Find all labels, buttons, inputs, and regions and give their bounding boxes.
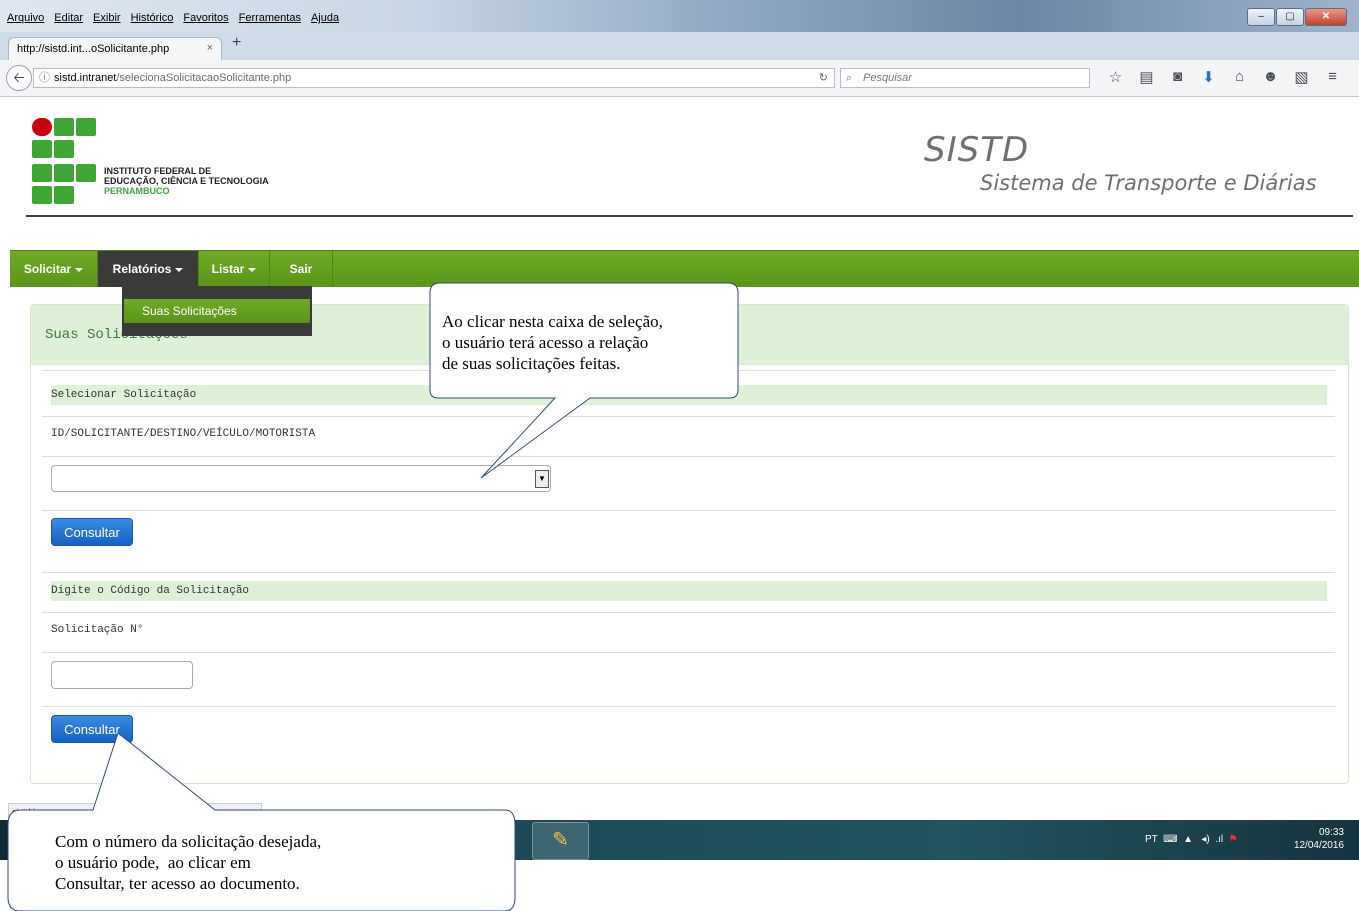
callout-top-text: Ao clicar nesta caixa de seleção, o usuá…: [442, 312, 663, 373]
callout-bottom-text: Com o número da solicitação desejada, o …: [55, 832, 322, 893]
annotation-callouts: [7, 282, 739, 911]
